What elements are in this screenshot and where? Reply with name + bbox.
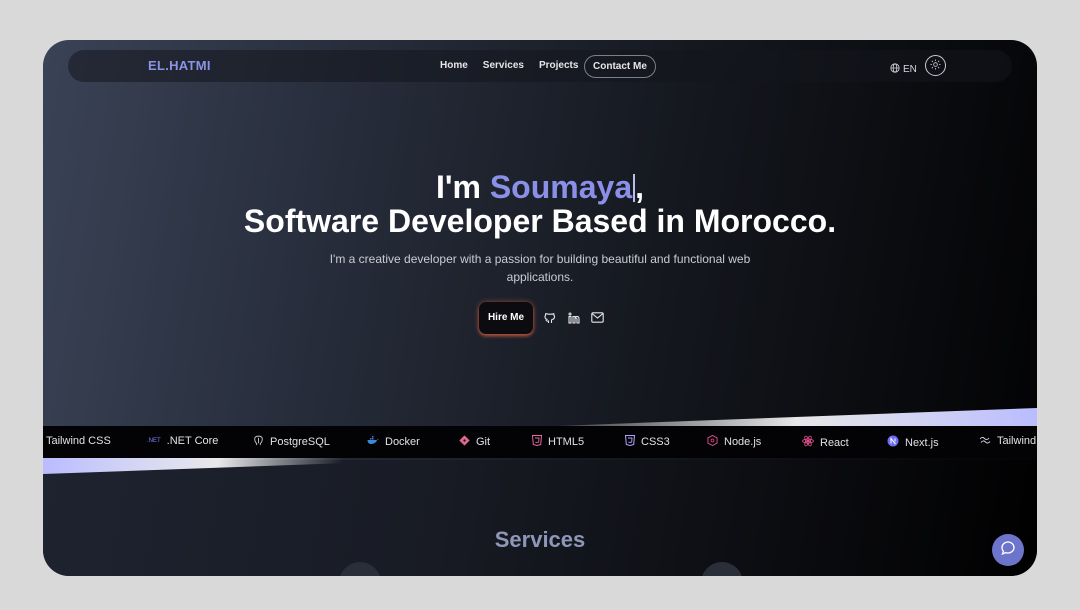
globe-icon — [890, 60, 900, 78]
tech-stack-marquee: Tailwind CSS .NET .NET Core PostgreSQL D… — [43, 426, 1037, 458]
tech-item: .NET .NET Core — [147, 435, 218, 447]
nodejs-icon — [707, 434, 718, 449]
tech-item: Tailwind — [979, 435, 1036, 447]
tailwind-icon — [979, 436, 991, 447]
nav-links: Home Services Projects — [440, 60, 578, 71]
sun-icon — [930, 57, 941, 75]
tech-label: CSS3 — [641, 436, 670, 448]
tech-label: Next.js — [905, 436, 939, 449]
tech-label: .NET Core — [166, 435, 219, 447]
linkedin-icon[interactable] — [567, 311, 580, 324]
chat-button[interactable] — [992, 534, 1024, 566]
tech-item: Next.js — [887, 435, 939, 450]
tech-label: Node.js — [724, 436, 762, 448]
nextjs-icon — [887, 435, 899, 450]
hero-greeting: I'm — [435, 169, 490, 205]
tech-label: React — [820, 436, 849, 449]
hero-comma: , — [635, 169, 644, 205]
tech-item: Docker — [367, 435, 420, 448]
tech-item: HTML5 — [531, 435, 585, 449]
github-icon[interactable] — [543, 311, 556, 324]
social-links — [543, 311, 604, 324]
tech-item: Node.js — [707, 434, 762, 449]
language-label: EN — [903, 63, 917, 75]
nav-link-home[interactable]: Home — [440, 60, 468, 71]
services-section-bg — [43, 460, 1037, 576]
browser-viewport: EL.HATMI Home Services Projects Contact … — [43, 40, 1037, 576]
react-icon — [802, 435, 814, 450]
tech-label: PostgreSQL — [270, 436, 330, 448]
hero-heading-line2: Software Developer Based in Morocco. — [243, 203, 837, 239]
dotnet-icon: .NET — [147, 438, 161, 444]
tech-item: React — [802, 435, 849, 450]
hero-name: Soumaya — [489, 169, 633, 205]
docker-icon — [367, 435, 379, 448]
services-heading: Services — [494, 527, 586, 552]
tech-item: CSS3 — [624, 435, 670, 449]
hero-subtitle: I'm a creative developer with a passion … — [329, 252, 751, 284]
mail-icon[interactable] — [591, 311, 604, 324]
site-logo[interactable]: EL.HATMI — [148, 58, 211, 73]
language-switcher[interactable]: EN — [890, 60, 917, 78]
nav-link-services[interactable]: Services — [483, 60, 524, 71]
tech-label: Tailwind — [997, 435, 1037, 447]
hero-heading: I'm Soumaya, Software Developer Based in… — [43, 170, 1037, 238]
postgresql-icon — [253, 435, 264, 449]
decorative-stripe-bottom — [43, 456, 543, 474]
contact-me-button[interactable]: Contact Me — [584, 55, 656, 78]
tech-label: Tailwind CSS — [46, 435, 111, 447]
hire-me-button[interactable]: Hire Me — [479, 302, 533, 334]
decorative-stripe-top — [503, 408, 1037, 428]
tech-item: Git — [459, 435, 490, 449]
tech-label: Docker — [385, 435, 420, 448]
theme-toggle-button[interactable] — [925, 55, 946, 76]
tech-label: HTML5 — [548, 436, 585, 448]
hero-heading-line1: I'm Soumaya, — [43, 170, 1037, 204]
nav-link-projects[interactable]: Projects — [539, 60, 578, 71]
tech-item: Tailwind CSS — [46, 435, 111, 447]
navbar: EL.HATMI Home Services Projects Contact … — [68, 50, 1012, 82]
css3-icon — [624, 435, 636, 449]
tech-label: Git — [476, 436, 491, 448]
chat-bubble-icon — [1000, 540, 1016, 561]
git-icon — [459, 435, 470, 449]
tech-item: PostgreSQL — [253, 435, 330, 449]
html5-icon — [531, 435, 543, 449]
